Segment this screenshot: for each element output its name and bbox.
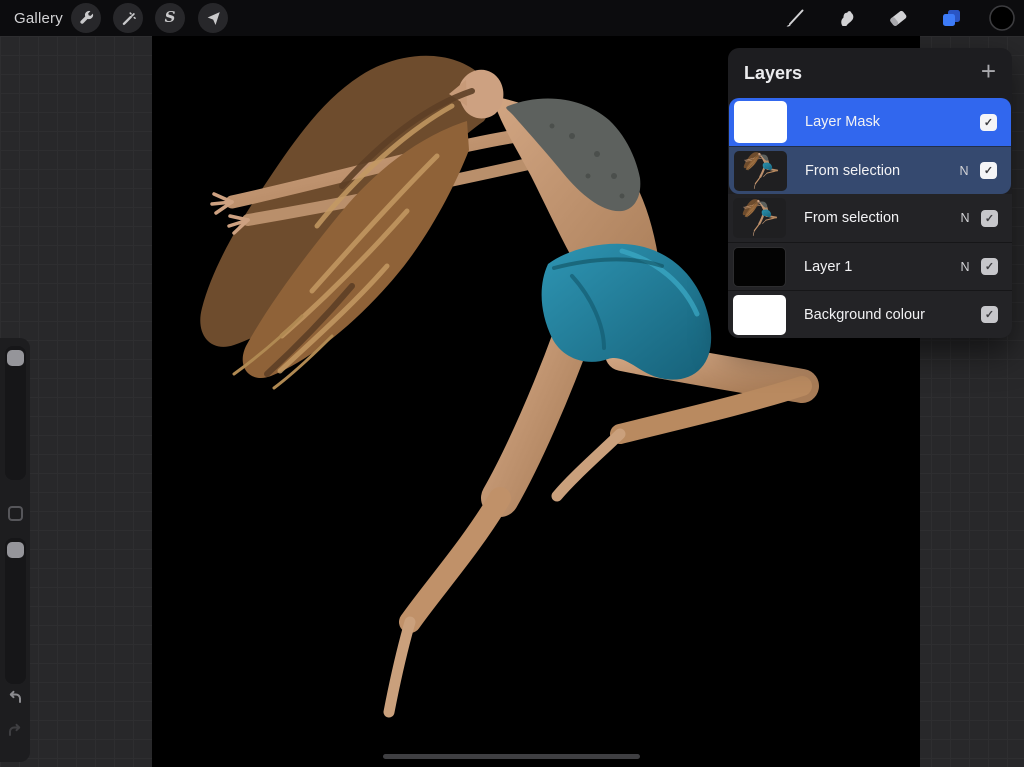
eraser-button[interactable] [884,4,912,32]
layer-thumbnail[interactable] [734,151,787,191]
layer-name: Layer Mask [805,114,954,130]
color-button[interactable] [988,4,1016,32]
layer-visibility-checkbox[interactable]: ✓ [980,162,997,179]
check-icon: ✓ [985,212,994,225]
layer-name: From selection [804,210,955,226]
redo-icon [5,721,25,741]
layers-icon [939,6,963,30]
layer-visibility-checkbox[interactable]: ✓ [981,258,998,275]
undo-icon [5,688,25,708]
smudge-button[interactable] [832,4,860,32]
add-layer-button[interactable]: + [981,61,996,81]
opacity-handle[interactable] [7,542,24,558]
layer-name: Layer 1 [804,259,955,275]
blend-mode-badge[interactable]: N [955,211,975,225]
color-swatch-icon [988,4,1016,32]
top-toolbar: Gallery S [0,0,1024,36]
brush-size-handle[interactable] [7,350,24,366]
blend-mode-badge[interactable]: N [955,260,975,274]
brush-button[interactable] [781,4,809,32]
procreate-app: Gallery S [0,0,1024,767]
transform-arrow-icon [204,9,222,27]
gallery-button[interactable]: Gallery [14,0,63,36]
eraser-icon [886,6,910,30]
layer-visibility-checkbox[interactable]: ✓ [981,306,998,323]
layer-visibility-checkbox[interactable]: ✓ [981,210,998,227]
check-icon: ✓ [984,116,993,129]
side-toolbar [0,338,30,762]
actions-button[interactable] [71,3,101,33]
layer-thumbnail[interactable] [733,295,786,335]
undo-button[interactable] [3,686,27,710]
selection-s-icon: S [165,8,176,26]
selected-layer-group: Layer Mask ✓ From selection N ✓ [729,98,1011,194]
brush-size-slider[interactable] [5,346,26,480]
layer-name: From selection [805,163,954,179]
layers-panel: Layers + Layer Mask ✓ From selection N [728,48,1012,338]
modify-button[interactable] [8,506,23,521]
opacity-slider[interactable] [5,538,26,684]
layer-thumbnail[interactable] [734,101,787,143]
layer-name: Background colour [804,307,955,323]
selection-button[interactable]: S [155,3,185,33]
check-icon: ✓ [985,260,994,273]
layers-button[interactable] [937,4,965,32]
layer-row-from-selection-2[interactable]: From selection N ✓ [728,194,1012,242]
wrench-icon [77,9,95,27]
check-icon: ✓ [985,308,994,321]
layers-panel-title: Layers [744,63,802,84]
brush-icon [783,6,807,30]
smudge-finger-icon [834,6,858,30]
layer-row-background-colour[interactable]: Background colour ✓ [728,290,1012,338]
blend-mode-badge[interactable]: N [954,164,974,178]
redo-button[interactable] [3,719,27,743]
adjustments-button[interactable] [113,3,143,33]
layers-panel-header: Layers + [728,48,1012,98]
layer-thumbnail[interactable] [733,198,786,238]
home-indicator[interactable] [383,754,640,759]
check-icon: ✓ [984,164,993,177]
layer-row-from-selection-1[interactable]: From selection N ✓ [729,146,1011,194]
layer-thumbnail[interactable] [733,247,786,287]
layer-row-layer-mask[interactable]: Layer Mask ✓ [729,98,1011,146]
layer-row-layer-1[interactable]: Layer 1 N ✓ [728,242,1012,290]
transform-button[interactable] [198,3,228,33]
layer-visibility-checkbox[interactable]: ✓ [980,114,997,131]
magic-wand-icon [119,9,137,27]
